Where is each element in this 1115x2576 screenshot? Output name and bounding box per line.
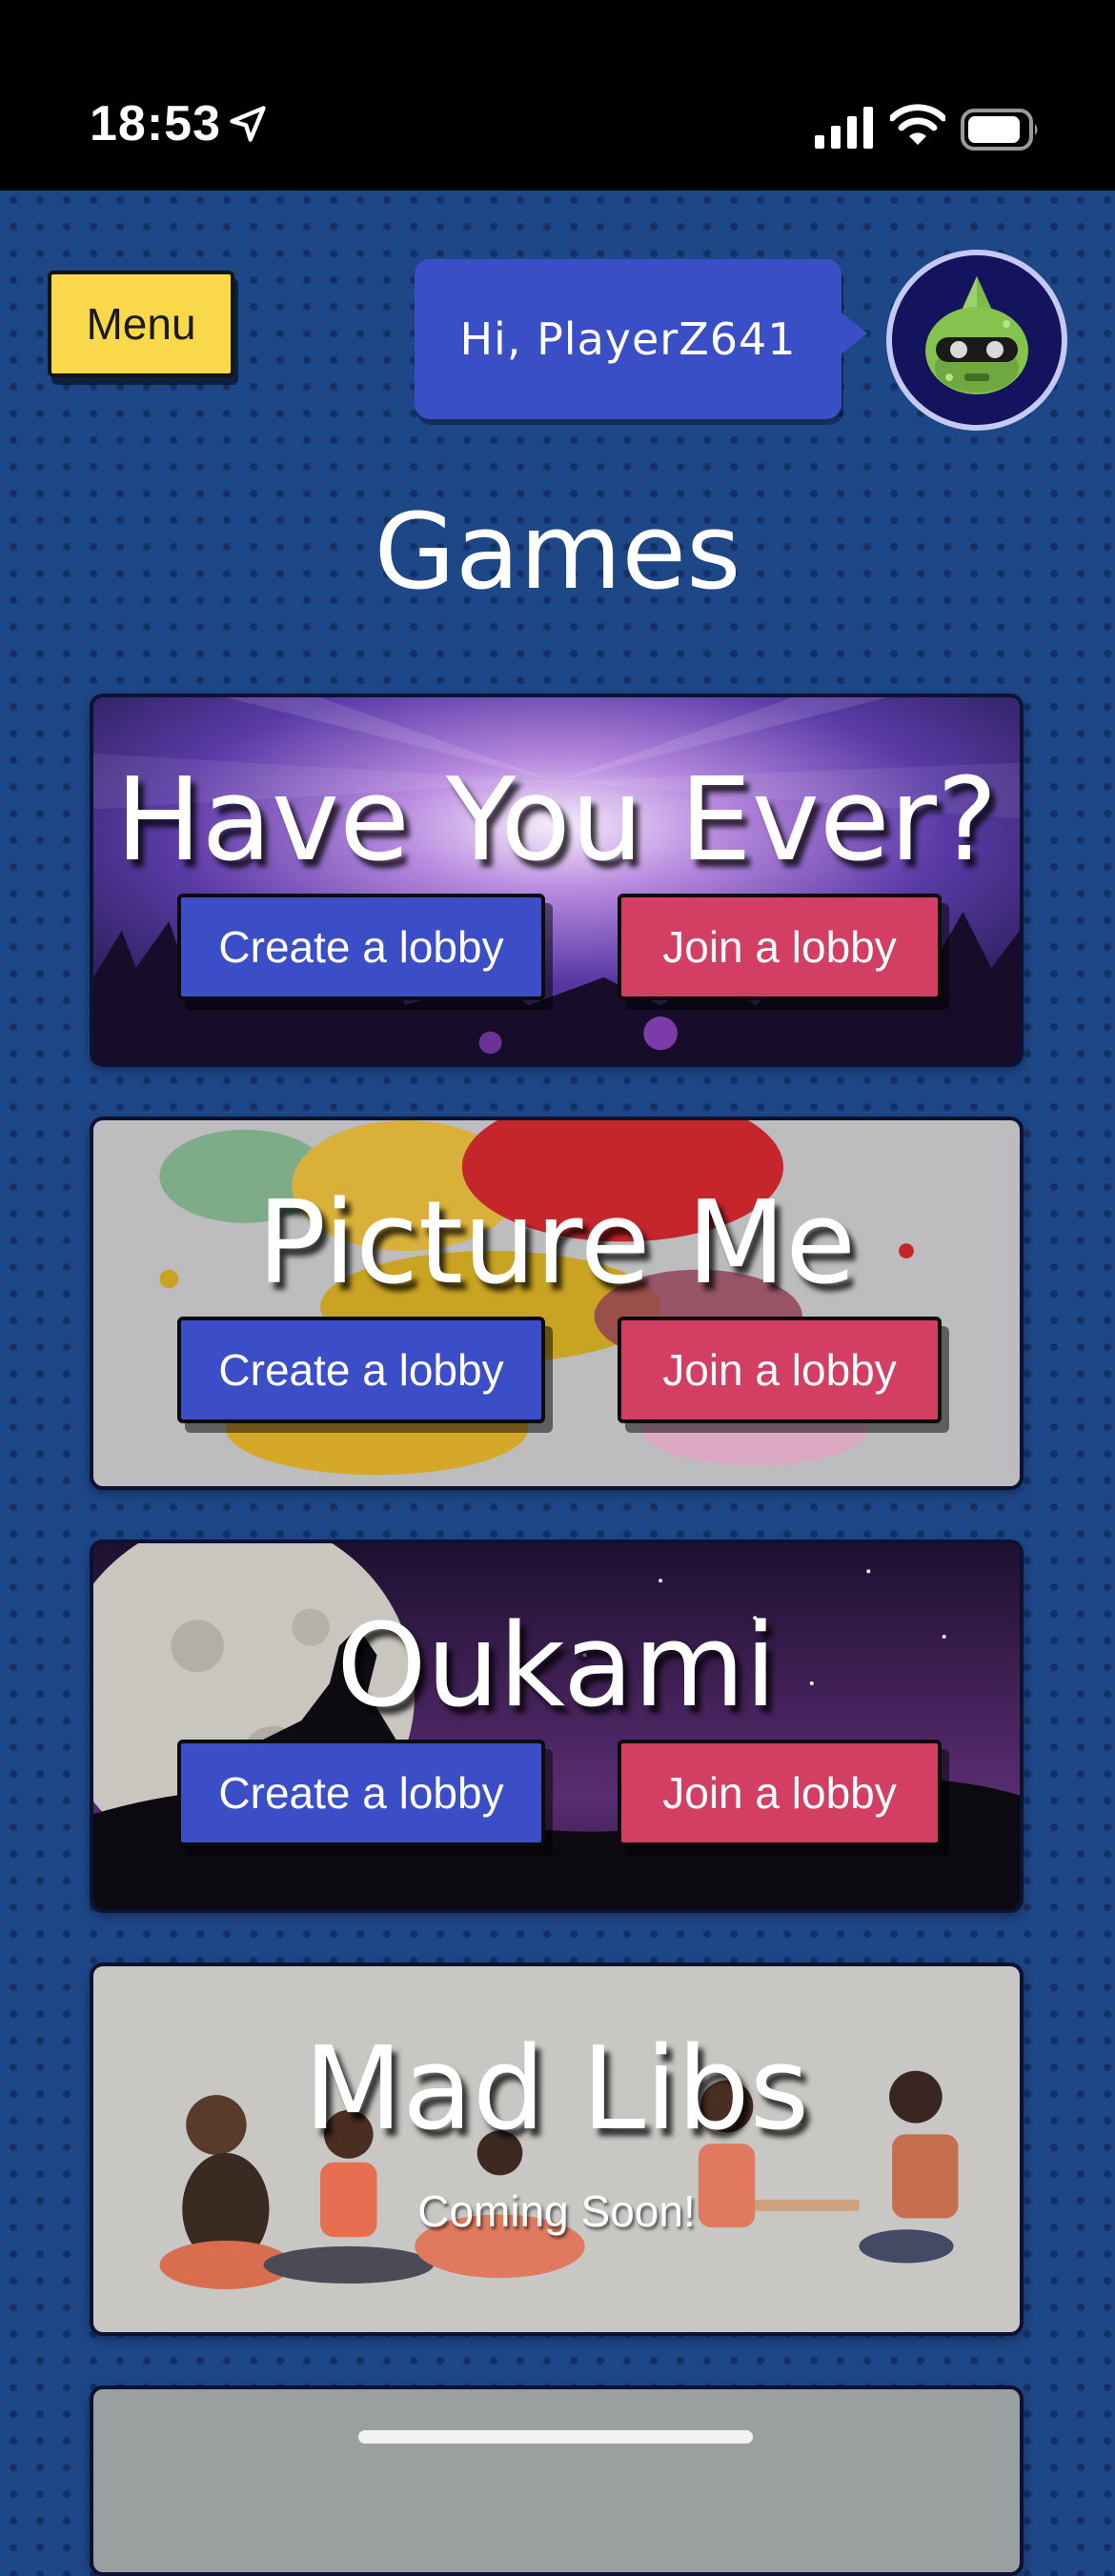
join-lobby-button[interactable]: Join a lobby [618,894,942,1000]
game-title: Mad Libs [303,2023,810,2156]
game-title: Oukami [336,1600,777,1733]
join-lobby-button[interactable]: Join a lobby [618,1740,942,1846]
location-arrow-icon [230,106,266,142]
game-title: Picture Me [256,1177,857,1310]
status-time: 18:53 [90,96,221,151]
create-lobby-button[interactable]: Create a lobby [177,1317,545,1423]
coming-soon-label: Coming Soon! [417,2186,696,2236]
game-title: Have You Ever? [115,755,998,887]
wifi-icon [890,104,945,145]
robot-avatar-icon [892,255,1062,425]
game-card-next-partial [90,2385,1024,2576]
join-lobby-button[interactable]: Join a lobby [618,1317,942,1423]
game-card-have-you-ever: Have You Ever? Create a lobby Join a lob… [90,694,1024,1067]
menu-button[interactable]: Menu [48,271,234,377]
battery-icon [961,109,1038,151]
game-card-mad-libs: Mad Libs Coming Soon! [90,1962,1024,2336]
greeting-bubble: Hi, PlayerZ641 [415,259,841,419]
greeting-bubble-tail [839,311,867,356]
game-card-picture-me: Picture Me Create a lobby Join a lobby [90,1117,1024,1490]
status-bar: 18:53 [0,0,1115,191]
create-lobby-button[interactable]: Create a lobby [177,1740,545,1846]
page-title: Games [374,491,741,613]
game-card-oukami: Oukami Create a lobby Join a lobby [90,1540,1024,1913]
home-indicator[interactable] [358,2430,753,2444]
create-lobby-button[interactable]: Create a lobby [177,894,545,1000]
player-avatar[interactable] [886,250,1067,431]
cellular-signal-icon [815,107,873,149]
